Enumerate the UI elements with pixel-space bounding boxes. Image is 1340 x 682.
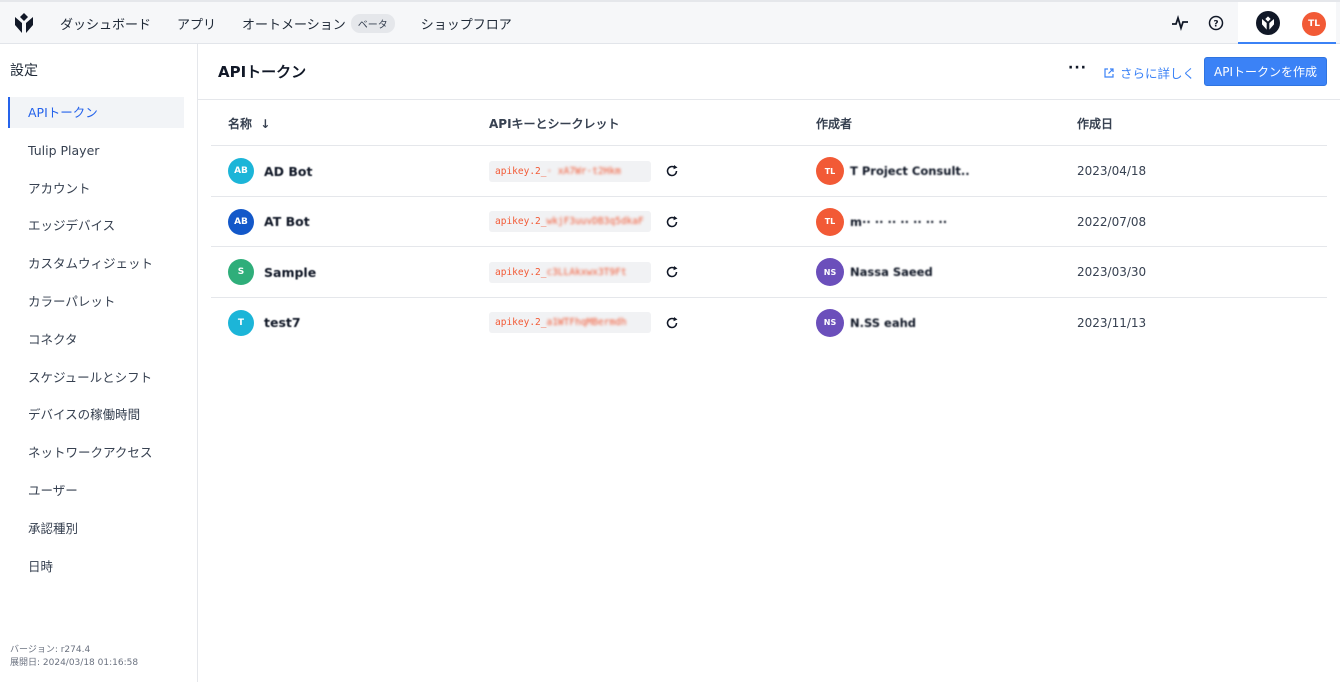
refresh-icon[interactable] — [665, 164, 679, 178]
token-avatar: S — [228, 259, 254, 285]
help-icon[interactable]: ? — [1206, 13, 1226, 33]
sidebar-item-color-palette[interactable]: カラーパレット — [0, 286, 198, 324]
creator-avatar: NS — [816, 308, 844, 337]
version-text: バージョン: r274.4 — [10, 645, 91, 655]
creator-name: N.SS eahd — [850, 315, 917, 330]
page-title: APIトークン — [218, 63, 307, 81]
sidebar-item-connectors[interactable]: コネクタ — [0, 324, 198, 362]
sidebar-item-custom-widgets[interactable]: カスタムウィジェット — [0, 248, 198, 286]
token-avatar: AB — [228, 158, 254, 184]
token-name: test7 — [264, 315, 301, 330]
sidebar-item-account[interactable]: アカウント — [0, 173, 198, 211]
api-key-value[interactable]: apikey.2_· xA7Wr·t2Hkm — [489, 160, 651, 182]
nav-dashboard[interactable]: ダッシュボード — [60, 14, 151, 33]
creator-name: T Project Consult.. — [850, 164, 970, 178]
sidebar-item-approval-types[interactable]: 承認種別 — [0, 513, 198, 551]
sidebar-item-schedules-shifts[interactable]: スケジュールとシフト — [0, 362, 198, 400]
sidebar-item-tulip-player[interactable]: Tulip Player — [0, 135, 198, 173]
sidebar-item-network-access[interactable]: ネットワークアクセス — [0, 437, 198, 475]
created-date: 2023/04/18 — [1077, 164, 1147, 178]
column-created-date: 作成日 — [1077, 117, 1114, 131]
table-row[interactable]: S Sample apikey.2_c3LLAkxwx3T9Ft NS Nass… — [211, 247, 1327, 298]
deployed-text: 展開日: 2024/03/18 01:16:58 — [10, 658, 139, 668]
table-row[interactable]: AB AD Bot apikey.2_· xA7Wr·t2Hkm TL T Pr… — [211, 146, 1327, 197]
main-nav: ダッシュボード アプリ オートメーション ベータ ショップフロア — [60, 2, 538, 44]
sidebar-item-users[interactable]: ユーザー — [0, 475, 198, 513]
pulse-icon[interactable] — [1170, 13, 1190, 33]
tulip-brand-icon[interactable] — [1256, 11, 1280, 35]
sidebar-item-edge-devices[interactable]: エッジデバイス — [0, 210, 198, 248]
create-api-token-button[interactable]: APIトークンを作成 — [1204, 57, 1327, 86]
page-header: APIトークン ··· さらに詳しく APIトークンを作成 — [198, 44, 1340, 100]
sidebar-item-device-uptime[interactable]: デバイスの稼働時間 — [0, 399, 198, 437]
nav-automations[interactable]: オートメーション ベータ — [242, 13, 395, 33]
sidebar-title: 設定 — [10, 63, 38, 79]
user-avatar[interactable]: TL — [1302, 12, 1326, 36]
refresh-icon[interactable] — [665, 215, 679, 229]
sidebar-item-date-time[interactable]: 日時 — [0, 551, 198, 589]
token-avatar: T — [228, 309, 254, 336]
creator-avatar: NS — [816, 258, 844, 286]
table-row[interactable]: T test7 apikey.2_a1WTFhqMBermdh NS N.SS … — [211, 298, 1327, 349]
creator-name: Nassa Saeed — [850, 265, 933, 279]
external-link-icon — [1104, 67, 1114, 78]
sidebar-item-api-tokens[interactable]: APIトークン — [0, 97, 198, 135]
token-name: Sample — [264, 264, 317, 280]
created-date: 2022/07/08 — [1077, 214, 1147, 229]
refresh-icon[interactable] — [665, 316, 679, 330]
token-avatar: AB — [228, 208, 254, 235]
creator-avatar: TL — [816, 207, 844, 236]
sidebar-menu: APIトークン Tulip Player アカウント エッジデバイス カスタムウ… — [0, 97, 198, 588]
svg-text:?: ? — [1213, 20, 1218, 30]
sort-arrow-icon: ↓ — [260, 117, 271, 131]
table-row[interactable]: AB AT Bot apikey.2_wkjF3uuvDB3q5dkaF TL … — [211, 197, 1327, 247]
creator-name: m·· ·· ·· ·· ·· ·· ·· — [850, 214, 948, 229]
column-api-key: APIキーとシークレット — [489, 117, 620, 131]
created-date: 2023/11/13 — [1077, 315, 1147, 330]
column-creator: 作成者 — [816, 117, 853, 131]
more-options-button[interactable]: ··· — [1068, 60, 1087, 76]
nav-apps[interactable]: アプリ — [177, 14, 216, 33]
api-key-value[interactable]: apikey.2_c3LLAkxwx3T9Ft — [489, 261, 651, 283]
token-name: AT Bot — [264, 214, 310, 229]
creator-avatar: TL — [816, 157, 844, 185]
nav-shop-floor[interactable]: ショップフロア — [421, 14, 512, 33]
created-date: 2023/03/30 — [1077, 265, 1147, 279]
api-key-value[interactable]: apikey.2_a1WTFhqMBermdh — [489, 312, 651, 333]
beta-badge: ベータ — [350, 13, 395, 33]
settings-sidebar: 設定 APIトークン Tulip Player アカウント エッジデバイス カス… — [0, 44, 198, 682]
refresh-icon[interactable] — [665, 265, 679, 279]
column-name[interactable]: 名称 ↓ — [228, 115, 270, 132]
learn-more-link[interactable]: さらに詳しく — [1103, 63, 1195, 82]
api-key-value[interactable]: apikey.2_wkjF3uuvDB3q5dkaF — [489, 211, 651, 232]
table-header: 名称 ↓ APIキーとシークレット 作成者 作成日 — [211, 100, 1327, 146]
token-name: AD Bot — [264, 163, 313, 179]
version-info: バージョン: r274.4 展開日: 2024/03/18 01:16:58 — [10, 644, 138, 670]
top-navbar: ダッシュボード アプリ オートメーション ベータ ショップフロア ? TL — [0, 0, 1340, 44]
tulip-logo-icon[interactable] — [13, 11, 35, 35]
